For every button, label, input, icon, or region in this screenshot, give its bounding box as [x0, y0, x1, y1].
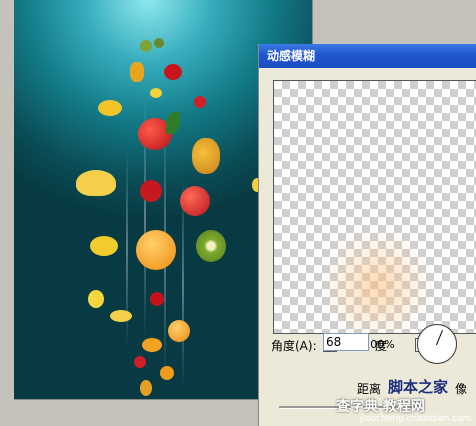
mango-fruit [142, 338, 162, 352]
lemon-fruit [88, 290, 104, 308]
kiwi-fruit [196, 230, 226, 262]
banana-fruit [110, 310, 132, 322]
watermark-line2: 查字典 教程网 [336, 399, 425, 415]
starfruit-fruit [98, 100, 122, 116]
dialog-title: 动感模糊 [267, 49, 316, 63]
strawberry-fruit [194, 96, 206, 108]
dialog-titlebar[interactable]: 动感模糊 [259, 44, 476, 68]
angle-unit: 度 [375, 339, 388, 353]
lemon-fruit [150, 88, 162, 98]
angle-dial[interactable] [417, 324, 457, 364]
orange-fruit [168, 320, 190, 342]
leaf-fruit [166, 112, 180, 134]
cherry-fruit [150, 292, 164, 306]
preview-glow [322, 231, 432, 333]
apple-fruit [180, 186, 210, 216]
distance-unit: 像 [455, 382, 468, 396]
starfruit-fruit [90, 236, 118, 256]
motion-blur-dialog: 动感模糊 − 100% + 角度(A): 度 距离 像 [258, 44, 476, 426]
pineapple-fruit [140, 380, 152, 396]
angle-dial-indicator [436, 329, 443, 346]
pineapple-fruit [130, 62, 144, 82]
strawberry-fruit [134, 356, 146, 368]
orange-fruit [160, 366, 174, 380]
angle-input[interactable] [323, 333, 369, 351]
distance-label: 距离 [357, 382, 382, 396]
strawberry-fruit [140, 180, 162, 202]
watermark-site-name: 脚本之家 [388, 378, 449, 396]
banana-fruit [76, 170, 116, 196]
cherries-fruit [164, 64, 182, 80]
watermark-url: jiaocheng.chazidian.com [360, 414, 472, 424]
angle-label: 角度(A): [271, 339, 317, 353]
kiwi-fruit [154, 38, 164, 48]
orange-fruit [136, 230, 176, 270]
kiwi-fruit [140, 40, 152, 52]
filter-preview[interactable] [273, 80, 476, 334]
pineapple-fruit [192, 138, 220, 174]
